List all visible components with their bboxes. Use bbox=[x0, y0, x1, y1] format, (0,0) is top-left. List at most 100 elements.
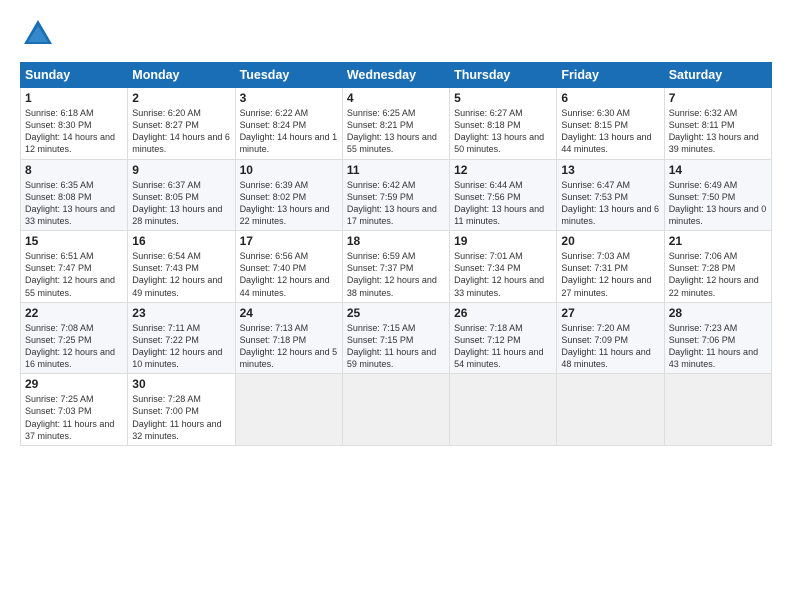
day-info: Sunrise: 6:37 AMSunset: 8:05 PMDaylight:… bbox=[132, 179, 230, 228]
day-info: Sunrise: 7:08 AMSunset: 7:25 PMDaylight:… bbox=[25, 322, 123, 371]
day-info: Sunrise: 6:35 AMSunset: 8:08 PMDaylight:… bbox=[25, 179, 123, 228]
day-info: Sunrise: 6:49 AMSunset: 7:50 PMDaylight:… bbox=[669, 179, 767, 228]
day-cell: 29 Sunrise: 7:25 AMSunset: 7:03 PMDayligh… bbox=[21, 374, 128, 446]
calendar-header-row: SundayMondayTuesdayWednesdayThursdayFrid… bbox=[21, 63, 772, 88]
day-number: 7 bbox=[669, 91, 767, 105]
day-cell: 4 Sunrise: 6:25 AMSunset: 8:21 PMDaylight… bbox=[342, 88, 449, 160]
day-info: Sunrise: 7:28 AMSunset: 7:00 PMDaylight:… bbox=[132, 393, 230, 442]
day-info: Sunrise: 7:23 AMSunset: 7:06 PMDaylight:… bbox=[669, 322, 767, 371]
day-info: Sunrise: 6:27 AMSunset: 8:18 PMDaylight:… bbox=[454, 107, 552, 156]
day-info: Sunrise: 6:20 AMSunset: 8:27 PMDaylight:… bbox=[132, 107, 230, 156]
day-cell: 8 Sunrise: 6:35 AMSunset: 8:08 PMDaylight… bbox=[21, 159, 128, 231]
day-cell: 5 Sunrise: 6:27 AMSunset: 8:18 PMDaylight… bbox=[450, 88, 557, 160]
day-cell: 27 Sunrise: 7:20 AMSunset: 7:09 PMDayligh… bbox=[557, 302, 664, 374]
day-cell: 24Sunrise: 7:13 AMSunset: 7:18 PMDayligh… bbox=[235, 302, 342, 374]
header bbox=[20, 16, 772, 52]
day-info: Sunrise: 6:54 AMSunset: 7:43 PMDaylight:… bbox=[132, 250, 230, 299]
day-info: Sunrise: 7:03 AMSunset: 7:31 PMDaylight:… bbox=[561, 250, 659, 299]
logo-icon bbox=[20, 16, 56, 52]
day-cell: 1 Sunrise: 6:18 AMSunset: 8:30 PMDaylight… bbox=[21, 88, 128, 160]
day-cell: 19 Sunrise: 7:01 AMSunset: 7:34 PMDayligh… bbox=[450, 231, 557, 303]
day-info: Sunrise: 6:51 AMSunset: 7:47 PMDaylight:… bbox=[25, 250, 123, 299]
day-number: 13 bbox=[561, 163, 659, 177]
day-number: 11 bbox=[347, 163, 445, 177]
day-number: 17 bbox=[240, 234, 338, 248]
day-cell bbox=[664, 374, 771, 446]
day-cell: 18 Sunrise: 6:59 AMSunset: 7:37 PMDayligh… bbox=[342, 231, 449, 303]
day-info: Sunrise: 6:47 AMSunset: 7:53 PMDaylight:… bbox=[561, 179, 659, 228]
header-cell-thursday: Thursday bbox=[450, 63, 557, 88]
header-cell-wednesday: Wednesday bbox=[342, 63, 449, 88]
day-number: 23 bbox=[132, 306, 230, 320]
day-info: Sunrise: 7:15 AMSunset: 7:15 PMDaylight:… bbox=[347, 322, 445, 371]
day-info: Sunrise: 6:18 AMSunset: 8:30 PMDaylight:… bbox=[25, 107, 123, 156]
day-cell: 16 Sunrise: 6:54 AMSunset: 7:43 PMDayligh… bbox=[128, 231, 235, 303]
day-number: 20 bbox=[561, 234, 659, 248]
day-info: Sunrise: 7:06 AMSunset: 7:28 PMDaylight:… bbox=[669, 250, 767, 299]
day-info: Sunrise: 6:56 AMSunset: 7:40 PMDaylight:… bbox=[240, 250, 338, 299]
day-cell: 17 Sunrise: 6:56 AMSunset: 7:40 PMDayligh… bbox=[235, 231, 342, 303]
day-cell: 12Sunrise: 6:44 AMSunset: 7:56 PMDayligh… bbox=[450, 159, 557, 231]
day-info: Sunrise: 7:18 AMSunset: 7:12 PMDaylight:… bbox=[454, 322, 552, 371]
day-number: 16 bbox=[132, 234, 230, 248]
header-cell-saturday: Saturday bbox=[664, 63, 771, 88]
day-cell: 2Sunrise: 6:20 AMSunset: 8:27 PMDaylight… bbox=[128, 88, 235, 160]
week-row-1: 1 Sunrise: 6:18 AMSunset: 8:30 PMDaylight… bbox=[21, 88, 772, 160]
day-number: 5 bbox=[454, 91, 552, 105]
day-info: Sunrise: 7:20 AMSunset: 7:09 PMDaylight:… bbox=[561, 322, 659, 371]
day-info: Sunrise: 7:25 AMSunset: 7:03 PMDaylight:… bbox=[25, 393, 123, 442]
day-number: 8 bbox=[25, 163, 123, 177]
calendar-page: SundayMondayTuesdayWednesdayThursdayFrid… bbox=[0, 0, 792, 612]
day-cell: 7 Sunrise: 6:32 AMSunset: 8:11 PMDaylight… bbox=[664, 88, 771, 160]
day-cell: 3Sunrise: 6:22 AMSunset: 8:24 PMDaylight… bbox=[235, 88, 342, 160]
day-number: 26 bbox=[454, 306, 552, 320]
calendar-table: SundayMondayTuesdayWednesdayThursdayFrid… bbox=[20, 62, 772, 446]
day-cell: 26 Sunrise: 7:18 AMSunset: 7:12 PMDayligh… bbox=[450, 302, 557, 374]
day-cell: 28 Sunrise: 7:23 AMSunset: 7:06 PMDayligh… bbox=[664, 302, 771, 374]
week-row-2: 8 Sunrise: 6:35 AMSunset: 8:08 PMDaylight… bbox=[21, 159, 772, 231]
day-info: Sunrise: 7:13 AMSunset: 7:18 PMDaylight:… bbox=[240, 322, 338, 371]
day-cell: 10 Sunrise: 6:39 AMSunset: 8:02 PMDayligh… bbox=[235, 159, 342, 231]
day-number: 28 bbox=[669, 306, 767, 320]
day-number: 3 bbox=[240, 91, 338, 105]
header-cell-friday: Friday bbox=[557, 63, 664, 88]
day-number: 19 bbox=[454, 234, 552, 248]
header-cell-sunday: Sunday bbox=[21, 63, 128, 88]
day-cell: 11Sunrise: 6:42 AMSunset: 7:59 PMDayligh… bbox=[342, 159, 449, 231]
calendar-body: 1 Sunrise: 6:18 AMSunset: 8:30 PMDaylight… bbox=[21, 88, 772, 446]
week-row-5: 29 Sunrise: 7:25 AMSunset: 7:03 PMDayligh… bbox=[21, 374, 772, 446]
day-number: 6 bbox=[561, 91, 659, 105]
day-cell bbox=[342, 374, 449, 446]
day-info: Sunrise: 6:32 AMSunset: 8:11 PMDaylight:… bbox=[669, 107, 767, 156]
day-cell bbox=[450, 374, 557, 446]
day-info: Sunrise: 6:30 AMSunset: 8:15 PMDaylight:… bbox=[561, 107, 659, 156]
day-number: 1 bbox=[25, 91, 123, 105]
day-cell bbox=[235, 374, 342, 446]
day-number: 21 bbox=[669, 234, 767, 248]
day-number: 15 bbox=[25, 234, 123, 248]
day-cell: 15 Sunrise: 6:51 AMSunset: 7:47 PMDayligh… bbox=[21, 231, 128, 303]
day-number: 9 bbox=[132, 163, 230, 177]
day-number: 14 bbox=[669, 163, 767, 177]
day-cell: 6 Sunrise: 6:30 AMSunset: 8:15 PMDaylight… bbox=[557, 88, 664, 160]
day-info: Sunrise: 6:59 AMSunset: 7:37 PMDaylight:… bbox=[347, 250, 445, 299]
day-cell: 25 Sunrise: 7:15 AMSunset: 7:15 PMDayligh… bbox=[342, 302, 449, 374]
day-number: 27 bbox=[561, 306, 659, 320]
week-row-3: 15 Sunrise: 6:51 AMSunset: 7:47 PMDayligh… bbox=[21, 231, 772, 303]
day-cell: 14 Sunrise: 6:49 AMSunset: 7:50 PMDayligh… bbox=[664, 159, 771, 231]
day-info: Sunrise: 6:39 AMSunset: 8:02 PMDaylight:… bbox=[240, 179, 338, 228]
day-number: 4 bbox=[347, 91, 445, 105]
day-number: 25 bbox=[347, 306, 445, 320]
day-number: 18 bbox=[347, 234, 445, 248]
day-number: 10 bbox=[240, 163, 338, 177]
week-row-4: 22 Sunrise: 7:08 AMSunset: 7:25 PMDayligh… bbox=[21, 302, 772, 374]
day-number: 30 bbox=[132, 377, 230, 391]
day-info: Sunrise: 7:01 AMSunset: 7:34 PMDaylight:… bbox=[454, 250, 552, 299]
day-cell bbox=[557, 374, 664, 446]
day-number: 29 bbox=[25, 377, 123, 391]
day-info: Sunrise: 6:25 AMSunset: 8:21 PMDaylight:… bbox=[347, 107, 445, 156]
day-number: 12 bbox=[454, 163, 552, 177]
day-cell: 22 Sunrise: 7:08 AMSunset: 7:25 PMDayligh… bbox=[21, 302, 128, 374]
day-cell: 20 Sunrise: 7:03 AMSunset: 7:31 PMDayligh… bbox=[557, 231, 664, 303]
day-number: 22 bbox=[25, 306, 123, 320]
